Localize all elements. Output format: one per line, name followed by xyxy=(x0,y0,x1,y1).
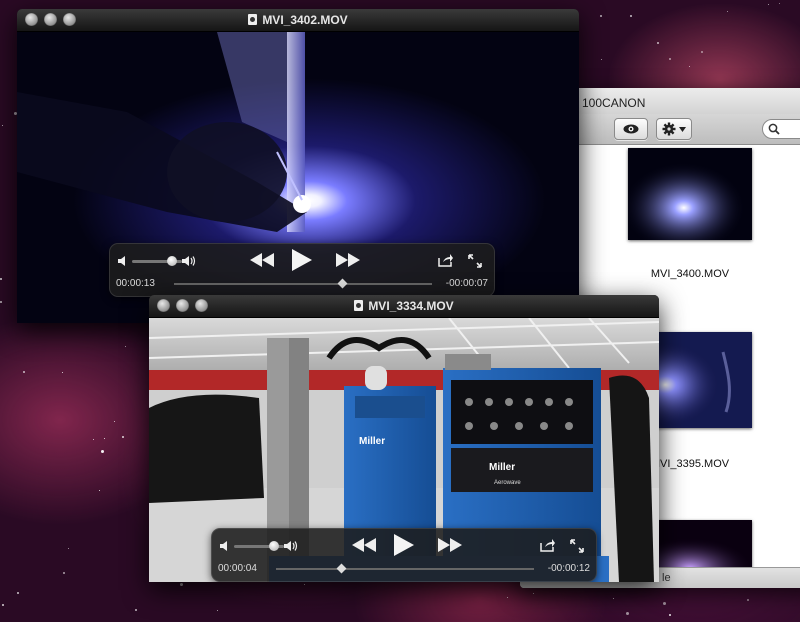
remaining-time: -00:00:07 xyxy=(445,278,488,289)
fullscreen-icon[interactable] xyxy=(468,254,482,268)
star xyxy=(768,4,769,5)
star xyxy=(104,438,105,439)
volume-knob[interactable] xyxy=(269,541,279,551)
video-frame[interactable]: Miller Miller Aerowave 00:00:04 -00:00:1… xyxy=(149,318,659,582)
star xyxy=(657,42,659,44)
window-title: MVI_3334.MOV xyxy=(368,299,454,313)
star xyxy=(68,548,69,549)
file-name[interactable]: MVI_3400.MOV xyxy=(620,268,760,280)
volume-high-icon[interactable] xyxy=(182,256,196,266)
star xyxy=(62,372,63,373)
movie-file-icon xyxy=(354,300,364,311)
star xyxy=(99,490,100,491)
playback-controls: 00:00:13 -00:00:07 xyxy=(109,243,495,297)
star xyxy=(779,3,780,4)
star xyxy=(2,125,3,126)
volume-slider[interactable] xyxy=(234,541,284,551)
star xyxy=(507,597,508,598)
star xyxy=(701,51,703,53)
window-titlebar[interactable]: MVI_3334.MOV xyxy=(149,295,659,318)
playhead[interactable] xyxy=(337,278,348,289)
action-menu-button[interactable] xyxy=(656,118,692,140)
star xyxy=(2,604,4,606)
eye-icon xyxy=(623,124,639,134)
zoom-button[interactable] xyxy=(63,13,76,26)
star xyxy=(114,421,115,422)
remaining-time: -00:00:12 xyxy=(547,563,590,574)
search-icon xyxy=(768,123,780,135)
star xyxy=(727,11,728,12)
star xyxy=(17,592,19,594)
quicklook-button[interactable] xyxy=(614,118,648,140)
svg-text:Aerowave: Aerowave xyxy=(494,480,521,486)
video-frame[interactable]: 00:00:13 -00:00:07 xyxy=(17,32,579,323)
close-button[interactable] xyxy=(157,299,170,312)
close-button[interactable] xyxy=(25,13,38,26)
fast-forward-button[interactable] xyxy=(336,253,360,267)
volume-high-icon[interactable] xyxy=(284,541,298,551)
minimize-button[interactable] xyxy=(176,299,189,312)
star xyxy=(600,15,602,17)
star xyxy=(626,612,629,615)
search-input[interactable] xyxy=(762,119,800,139)
volume-knob[interactable] xyxy=(167,256,177,266)
timeline-scrubber[interactable] xyxy=(276,563,534,574)
elapsed-time: 00:00:04 xyxy=(218,563,257,574)
star xyxy=(0,301,2,303)
star xyxy=(180,583,183,586)
chevron-down-icon xyxy=(679,126,686,132)
svg-text:Miller: Miller xyxy=(489,462,515,473)
star xyxy=(669,58,671,60)
star xyxy=(0,278,2,280)
star xyxy=(304,584,305,585)
share-icon[interactable] xyxy=(540,539,555,552)
star xyxy=(217,610,218,611)
star xyxy=(689,66,690,67)
fast-forward-button[interactable] xyxy=(438,538,462,552)
video-player-window-2[interactable]: MVI_3334.MOV Miller Miller Aerowave 00:0… xyxy=(149,295,659,582)
volume-low-icon[interactable] xyxy=(220,541,230,551)
star xyxy=(93,439,94,440)
timeline-scrubber[interactable] xyxy=(174,278,432,289)
svg-text:Miller: Miller xyxy=(359,436,385,447)
elapsed-time: 00:00:13 xyxy=(116,278,155,289)
minimize-button[interactable] xyxy=(44,13,57,26)
window-title: MVI_3402.MOV xyxy=(262,13,348,27)
video-player-window-1[interactable]: MVI_3402.MOV 00:00:13 -00:00:07 xyxy=(17,9,579,323)
star xyxy=(135,609,137,611)
star xyxy=(533,593,534,594)
star xyxy=(101,450,104,453)
star xyxy=(613,598,614,599)
playhead[interactable] xyxy=(336,563,346,574)
star xyxy=(125,346,126,347)
star xyxy=(630,15,632,17)
volume-low-icon[interactable] xyxy=(118,256,128,266)
star xyxy=(601,59,602,60)
rewind-button[interactable] xyxy=(352,538,376,552)
volume-slider[interactable] xyxy=(132,256,182,266)
star xyxy=(63,572,65,574)
zoom-button[interactable] xyxy=(195,299,208,312)
play-button[interactable] xyxy=(292,249,312,271)
gear-icon xyxy=(662,122,676,136)
star xyxy=(747,599,749,601)
star xyxy=(669,614,671,616)
movie-file-icon xyxy=(248,14,258,25)
rewind-button[interactable] xyxy=(250,253,274,267)
fullscreen-icon[interactable] xyxy=(570,539,584,553)
window-titlebar[interactable]: MVI_3402.MOV xyxy=(17,9,579,32)
star xyxy=(663,602,666,605)
star xyxy=(122,436,124,438)
file-thumbnail[interactable] xyxy=(628,148,752,240)
star xyxy=(23,371,25,373)
share-icon[interactable] xyxy=(438,254,453,267)
status-text: le xyxy=(662,572,671,584)
play-button[interactable] xyxy=(394,534,414,556)
playback-controls: 00:00:04 -00:00:12 xyxy=(211,528,597,582)
